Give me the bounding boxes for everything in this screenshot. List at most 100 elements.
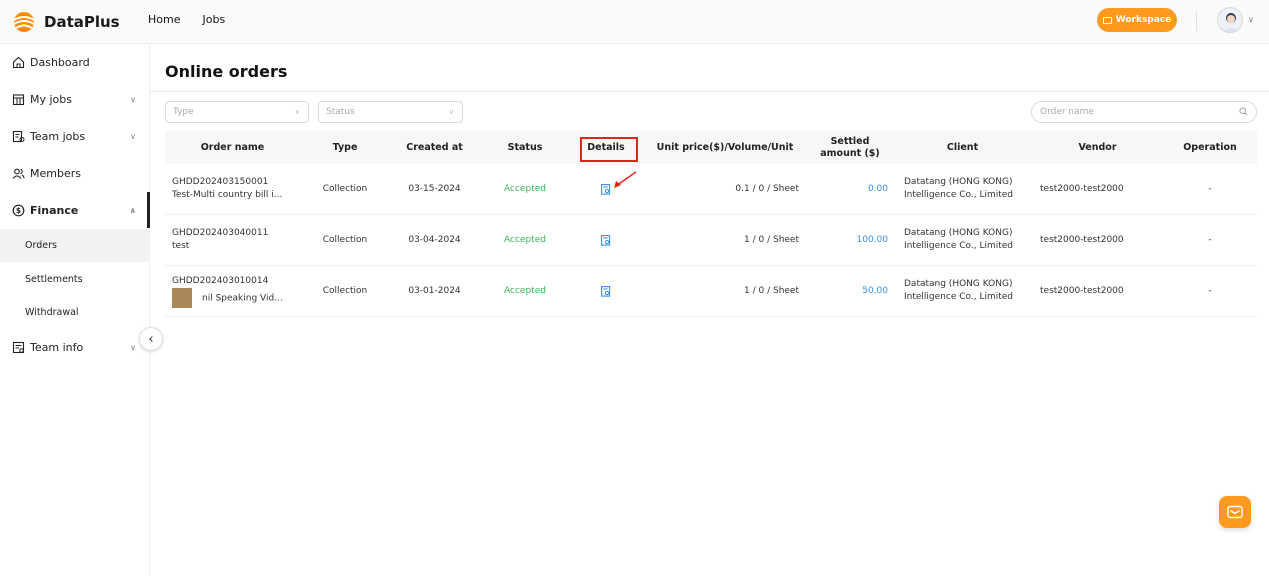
- order-name: Test-Multi country bill i...: [172, 190, 283, 200]
- header-divider: [1196, 11, 1197, 31]
- search-icon[interactable]: [1239, 107, 1248, 116]
- search-placeholder: Order name: [1040, 107, 1094, 117]
- sidebar-subitem-settlements[interactable]: Settlements: [0, 263, 150, 296]
- collapse-sidebar-button[interactable]: ‹: [139, 327, 163, 351]
- status-select[interactable]: Status ∨: [318, 101, 463, 123]
- client-line-1: Datatang (HONG KONG): [904, 228, 1013, 238]
- col-status: Status: [507, 141, 543, 153]
- sidebar-item-team-jobs[interactable]: Team jobs ∨: [0, 118, 150, 154]
- client-line-1: Datatang (HONG KONG): [904, 279, 1013, 289]
- workspace-button[interactable]: Workspace: [1097, 8, 1177, 32]
- logo[interactable]: DataPlus: [10, 9, 120, 35]
- details-cell: [580, 215, 632, 265]
- unit-price-cell: 1 / 0 / Sheet: [744, 285, 799, 296]
- unit-price-cell: 1 / 0 / Sheet: [744, 234, 799, 245]
- chevron-down-icon: ∨: [130, 342, 136, 352]
- type-cell: Collection: [322, 285, 368, 296]
- calendar-icon: [12, 93, 25, 105]
- nav-home[interactable]: Home: [148, 13, 180, 26]
- sidebar-item-members[interactable]: Members: [0, 155, 150, 191]
- settled-amount-cell: 50.00: [862, 285, 888, 296]
- settled-amount-cell: 0.00: [867, 183, 888, 194]
- sidebar-item-label: Finance: [30, 203, 79, 217]
- mail-icon: [1227, 505, 1243, 519]
- client-line-1: Datatang (HONG KONG): [904, 177, 1013, 187]
- col-vendor: Vendor: [1078, 141, 1117, 153]
- client-line-2: Intelligence Co., Limited: [904, 292, 1014, 302]
- col-unit-price: Unit price($)/Volume/Unit: [656, 141, 794, 153]
- sidebar-item-label: My jobs: [30, 92, 72, 106]
- chevron-down-icon: ∨: [448, 108, 454, 116]
- nav-jobs[interactable]: Jobs: [202, 13, 225, 26]
- type-select-placeholder: Type: [173, 107, 194, 117]
- details-doc-icon[interactable]: [601, 234, 611, 246]
- top-nav: Home Jobs: [148, 13, 225, 26]
- type-cell: Collection: [322, 234, 368, 245]
- task-icon: [12, 130, 25, 142]
- col-type: Type: [332, 141, 358, 153]
- details-cell: [580, 266, 632, 316]
- sidebar-item-label: Team info: [30, 340, 84, 354]
- status-badge: Accepted: [504, 285, 546, 296]
- col-created-at: Created at: [406, 141, 463, 153]
- sidebar-item-my-jobs[interactable]: My jobs ∨: [0, 81, 150, 117]
- page-title: Online orders: [165, 62, 288, 81]
- user-avatar-icon: [1223, 13, 1239, 32]
- order-id: GHDD202403010014: [172, 275, 269, 286]
- sidebar-subitem-label: Withdrawal: [25, 307, 79, 318]
- order-name: test: [172, 241, 190, 251]
- client-cell: Datatang (HONG KONG) Intelligence Co., L…: [904, 266, 1034, 316]
- divider: [150, 91, 1269, 92]
- status-badge: Accepted: [504, 234, 546, 245]
- info-doc-icon: [12, 341, 25, 353]
- workspace-label: Workspace: [1115, 15, 1172, 25]
- order-id: GHDD202403150001: [172, 177, 269, 187]
- details-doc-icon[interactable]: [601, 285, 611, 297]
- sidebar: Dashboard My jobs ∨ Team jobs ∨ Members …: [0, 44, 150, 576]
- logo-text: DataPlus: [44, 13, 120, 31]
- vendor-cell: test2000-test2000: [1040, 285, 1124, 296]
- unit-price-cell: 0.1 / 0 / Sheet: [735, 183, 799, 194]
- sidebar-item-label: Dashboard: [30, 55, 90, 69]
- col-operation: Operation: [1183, 141, 1237, 153]
- vendor-cell: test2000-test2000: [1040, 183, 1124, 194]
- chevron-down-icon[interactable]: ∨: [1248, 15, 1254, 24]
- sidebar-subitem-label: Orders: [25, 240, 57, 251]
- order-name-cell[interactable]: GHDD202403150001 Test-Multi country bill…: [172, 164, 307, 214]
- client-cell: Datatang (HONG KONG) Intelligence Co., L…: [904, 164, 1034, 214]
- message-button[interactable]: [1219, 496, 1251, 528]
- sidebar-item-dashboard[interactable]: Dashboard: [0, 44, 150, 80]
- operation-cell: -: [1208, 183, 1212, 194]
- operation-cell: -: [1208, 285, 1212, 296]
- vendor-cell: test2000-test2000: [1040, 234, 1124, 245]
- sidebar-subitem-orders[interactable]: Orders: [0, 229, 150, 262]
- sidebar-subitem-withdrawal[interactable]: Withdrawal: [0, 296, 150, 329]
- sidebar-item-team-info[interactable]: Team info ∨: [0, 329, 150, 365]
- chevron-down-icon: ∨: [294, 108, 300, 116]
- dollar-icon: $: [12, 204, 25, 216]
- created-at-cell: 03-15-2024: [408, 183, 461, 194]
- avatar[interactable]: [1217, 7, 1243, 33]
- order-name-cell[interactable]: GHDD202403010014 nil Speaking Vid...: [172, 266, 307, 316]
- table-row: GHDD202403040011 test Collection 03-04-2…: [165, 215, 1257, 266]
- chevron-left-icon: ‹: [148, 331, 154, 347]
- order-name-search-input[interactable]: Order name: [1031, 101, 1257, 123]
- order-name: nil Speaking Vid...: [202, 293, 283, 303]
- table-row: GHDD202403010014 nil Speaking Vid... Col…: [165, 266, 1257, 317]
- type-select[interactable]: Type ∨: [165, 101, 309, 123]
- details-highlight-annotation: [580, 137, 638, 162]
- client-line-2: Intelligence Co., Limited: [904, 241, 1014, 251]
- dataplus-logo-icon: [13, 12, 35, 32]
- home-icon: [12, 56, 25, 68]
- col-order-name: Order name: [200, 141, 265, 153]
- top-bar: DataPlus Home Jobs Workspace ∨: [0, 0, 1269, 44]
- people-icon: [12, 168, 25, 179]
- sidebar-item-finance[interactable]: $ Finance ∧: [0, 192, 150, 228]
- status-select-placeholder: Status: [326, 107, 355, 117]
- col-settled-amount: Settled amount ($): [820, 135, 880, 159]
- created-at-cell: 03-01-2024: [408, 285, 461, 296]
- order-name-cell[interactable]: GHDD202403040011 test: [172, 215, 307, 265]
- table-header: Order name Type Created at Status Detail…: [165, 131, 1257, 164]
- sidebar-subitem-label: Settlements: [25, 274, 83, 285]
- col-client: Client: [946, 141, 979, 153]
